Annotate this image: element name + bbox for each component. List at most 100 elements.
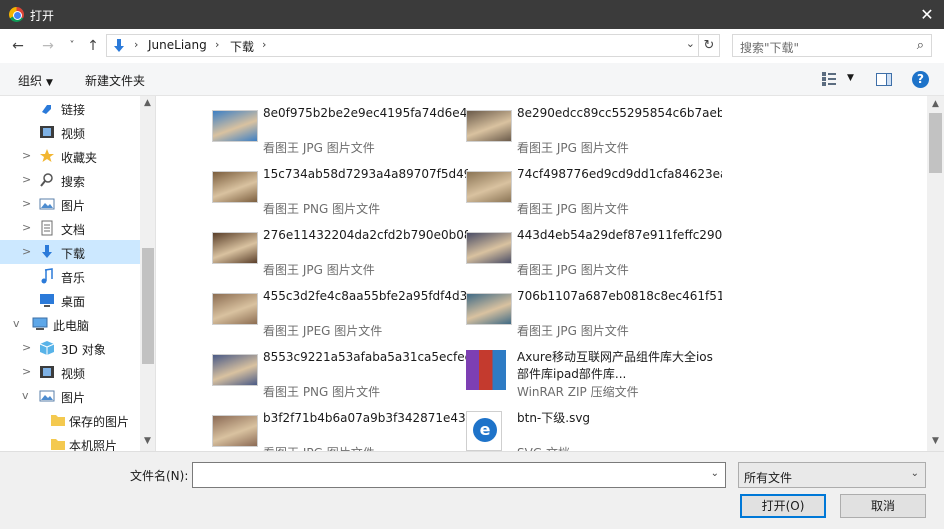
collapse-chevron-icon[interactable]: > (22, 341, 31, 354)
collapse-chevron-icon[interactable]: > (22, 221, 31, 234)
file-type: 看图王 JPG 图片文件 (263, 444, 375, 451)
photo-icon (466, 232, 512, 264)
breadcrumb-junelinag[interactable]: JuneLiang (148, 38, 207, 52)
file-item[interactable]: b3f2f71b4b6a07a9b3f342871e43a9af.jpg 看图王 … (212, 401, 468, 451)
file-item[interactable]: 15c734ab58d7293a4a89707f5d492069.png 看图王 … (212, 157, 468, 218)
breadcrumb-separator[interactable]: › (262, 38, 266, 51)
search-input[interactable]: 搜索"下载" ⌕ (732, 34, 932, 57)
filename-dropdown-icon[interactable]: ⌄ (711, 468, 719, 479)
file-name: 74cf498776ed9cd9dd1cfa84623ea4b8.jpg (517, 167, 722, 181)
downloads-icon (42, 245, 52, 258)
chrome-app-icon (9, 7, 24, 22)
sidebar-item[interactable]: v 此电脑 (0, 312, 140, 336)
collapse-chevron-icon[interactable]: > (22, 365, 31, 378)
sidebar-item[interactable]: 保存的图片 (0, 408, 140, 432)
collapse-chevron-icon[interactable]: > (22, 245, 31, 258)
breadcrumb-downloads[interactable]: 下载 (230, 38, 254, 55)
pictures-icon (39, 390, 55, 402)
sidebar-item[interactable]: v 图片 (0, 384, 140, 408)
video-icon (40, 126, 54, 138)
sidebar-item-label: 桌面 (61, 295, 86, 309)
forward-arrow-icon[interactable]: → (39, 37, 57, 55)
title-bar: 打开 ✕ (0, 0, 944, 29)
sidebar-item[interactable]: > 搜索 (0, 168, 140, 192)
photo-icon (212, 354, 258, 386)
file-name: 443d4eb54a29def87e911feffc290293.jpg (517, 228, 722, 242)
back-arrow-icon[interactable]: ← (9, 37, 27, 55)
file-item[interactable]: 8553c9221a53afaba5a31ca5ecfec016.png 看图王 … (212, 340, 468, 401)
photo-icon (466, 293, 512, 325)
file-item[interactable]: 8e290edcc89cc55295854c6b7aebf5d1.jpg 看图王 … (466, 96, 722, 157)
file-type: SVG 文档 (517, 444, 570, 451)
file-name: b3f2f71b4b6a07a9b3f342871e43a9af.jpg (263, 411, 468, 425)
file-item[interactable]: 74cf498776ed9cd9dd1cfa84623ea4b8.jpg 看图王 … (466, 157, 722, 218)
open-button[interactable]: 打开(O) (740, 494, 826, 518)
expand-chevron-icon[interactable]: v (22, 389, 29, 402)
scroll-thumb[interactable] (142, 248, 154, 364)
photo-icon (466, 110, 512, 142)
sidebar-item[interactable]: > 视频 (0, 360, 140, 384)
file-type: 看图王 PNG 图片文件 (263, 202, 381, 216)
sidebar-item[interactable]: > 文档 (0, 216, 140, 240)
sidebar-item[interactable]: 桌面 (0, 288, 140, 312)
sidebar-item-label: 文档 (61, 223, 86, 237)
photo-icon (212, 232, 258, 264)
scroll-down-icon[interactable]: ▼ (144, 436, 151, 446)
preview-pane-icon[interactable] (876, 73, 892, 86)
change-view-icon[interactable] (822, 72, 836, 86)
pictures-icon (39, 198, 55, 210)
sidebar-item[interactable]: > 下载 (0, 240, 140, 264)
sidebar-item[interactable]: 本机照片 (0, 432, 140, 451)
expand-chevron-icon[interactable]: v (13, 317, 20, 330)
sidebar-item[interactable]: 音乐 (0, 264, 140, 288)
scroll-up-icon[interactable]: ▲ (932, 99, 939, 109)
sidebar-item[interactable]: >3D 对象 (0, 336, 140, 360)
file-item[interactable]: 276e11432204da2cfd2b790e0b08e69c.jpg 看图王 … (212, 218, 468, 279)
filetype-select[interactable]: 所有文件 ⌄ (738, 462, 926, 488)
file-item[interactable]: 443d4eb54a29def87e911feffc290293.jpg 看图王 … (466, 218, 722, 279)
scroll-up-icon[interactable]: ▲ (144, 98, 151, 108)
file-name: 8e290edcc89cc55295854c6b7aebf5d1.jpg (517, 106, 722, 120)
ie-letter-icon: e (473, 418, 497, 442)
file-list-scrollbar[interactable]: ▲ ▼ (927, 96, 944, 451)
sidebar-scrollbar[interactable]: ▲ ▼ (140, 96, 155, 451)
file-item[interactable]: Axure移动互联网产品组件库大全ios部件库ipad部件库... WinRAR … (466, 340, 716, 401)
breadcrumb-separator[interactable]: › (134, 38, 138, 51)
this-pc-icon (32, 317, 48, 330)
file-item[interactable]: e btn-下级.svg SVG 文档 (466, 401, 716, 451)
collapse-chevron-icon[interactable]: > (22, 173, 31, 186)
refresh-icon[interactable]: ↻ (698, 34, 720, 57)
filename-input[interactable]: ⌄ (192, 462, 726, 488)
scroll-down-icon[interactable]: ▼ (932, 436, 939, 446)
collapse-chevron-icon[interactable]: > (22, 197, 31, 210)
file-item[interactable]: 706b1107a687eb0818c8ec461f512aa4.jpg 看图王 … (466, 279, 722, 340)
breadcrumb-separator[interactable]: › (215, 38, 219, 51)
sidebar-item-label: 链接 (61, 103, 86, 117)
address-dropdown-icon[interactable]: ⌄ (686, 37, 695, 50)
sidebar-item[interactable]: > 图片 (0, 192, 140, 216)
sidebar-item[interactable]: > 收藏夹 (0, 144, 140, 168)
address-bar[interactable]: › JuneLiang › 下载 › ⌄ (106, 34, 699, 57)
up-arrow-icon[interactable]: ↑ (84, 37, 102, 55)
file-item[interactable]: 8e0f975b2be2e9ec4195fa74d6e4885b.jpg 看图王 … (212, 96, 468, 157)
sidebar-item[interactable]: 视频 (0, 120, 140, 144)
organize-label: 组织 (18, 74, 43, 88)
documents-icon (41, 220, 53, 236)
search-icon[interactable]: ⌕ (917, 38, 924, 53)
view-options-caret-icon[interactable]: ▼ (847, 73, 854, 83)
window-title: 打开 (30, 9, 55, 23)
filetype-value: 所有文件 (744, 471, 793, 485)
close-icon[interactable]: ✕ (910, 0, 944, 29)
file-type: 看图王 JPG 图片文件 (517, 141, 629, 155)
cancel-button[interactable]: 取消 (840, 494, 926, 518)
file-item[interactable]: 455c3d2fe4c8aa55bfe2a95fdf4d3902.jpeg 看图王… (212, 279, 468, 340)
collapse-chevron-icon[interactable]: > (22, 149, 31, 162)
file-type: WinRAR ZIP 压缩文件 (517, 385, 639, 399)
scroll-thumb[interactable] (929, 113, 942, 173)
help-icon[interactable]: ? (912, 71, 929, 88)
sidebar-item[interactable]: 链接 (0, 96, 140, 120)
organize-button[interactable]: 组织 ▼ (18, 72, 53, 89)
recent-locations-chevron-icon[interactable]: ˅ (63, 37, 81, 55)
new-folder-button[interactable]: 新建文件夹 (85, 72, 145, 89)
command-toolbar: 组织 ▼ 新建文件夹 ▼ ? (0, 63, 944, 96)
